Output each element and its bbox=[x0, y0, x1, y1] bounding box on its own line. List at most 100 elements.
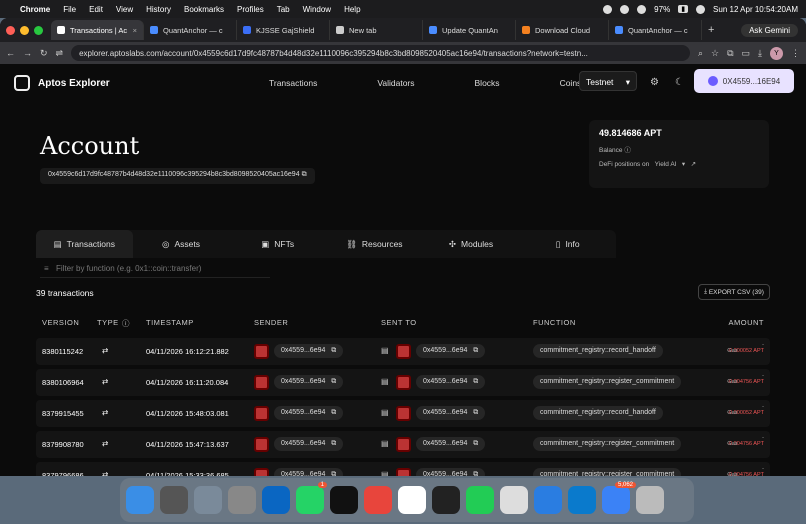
linkedin-app-icon[interactable] bbox=[262, 486, 290, 514]
star-icon[interactable]: ☆ bbox=[711, 48, 719, 59]
gear-icon[interactable]: ⚙ bbox=[650, 77, 659, 88]
minimize-window-button[interactable] bbox=[20, 25, 29, 35]
sidebar-icon[interactable]: ▭ bbox=[742, 48, 751, 59]
tab-resources[interactable]: ⛓ Resources bbox=[326, 230, 423, 258]
sent-to-address[interactable]: 0x4559...6e94 ⧉ bbox=[416, 375, 486, 389]
chrome-app-icon[interactable] bbox=[364, 486, 392, 514]
menu-help[interactable]: Help bbox=[344, 5, 360, 14]
launchpad-app-icon[interactable] bbox=[160, 486, 188, 514]
sender-address[interactable]: 0x4559...6e94 ⧉ bbox=[274, 406, 344, 420]
sender-address[interactable]: 0x4559...6e94 ⧉ bbox=[274, 468, 344, 476]
browser-tab[interactable]: New tab bbox=[330, 20, 423, 40]
mail-app-icon[interactable]: 5,062 bbox=[602, 482, 636, 514]
close-window-button[interactable] bbox=[6, 25, 15, 35]
browser-tab[interactable]: QuantAnchor — c bbox=[609, 20, 702, 40]
site-info-icon[interactable]: ⇌ bbox=[56, 48, 64, 59]
copy-icon[interactable]: ⧉ bbox=[331, 440, 336, 447]
battery-icon[interactable]: ▮ bbox=[678, 5, 689, 13]
tab-info[interactable]: ▯ Info bbox=[519, 230, 616, 258]
copy-icon[interactable]: ⧉ bbox=[473, 409, 478, 416]
version-link[interactable]: 8380115242 bbox=[42, 347, 83, 356]
github-app-icon[interactable] bbox=[330, 486, 358, 514]
copy-icon[interactable]: ⧉ bbox=[331, 471, 336, 476]
function-badge[interactable]: commitment_registry::register_commitment bbox=[533, 437, 682, 451]
status-icon[interactable] bbox=[603, 4, 613, 14]
function-badge[interactable]: commitment_registry::register_commitment bbox=[533, 468, 682, 476]
defi-select[interactable]: Yield AI bbox=[655, 161, 677, 168]
copy-icon[interactable]: ⧉ bbox=[473, 471, 478, 476]
info-icon[interactable]: ⓘ bbox=[122, 318, 130, 329]
table-row[interactable]: 8380106964 ⇄ 04/11/2026 16:11:20.084 0x4559… bbox=[36, 369, 770, 396]
whatsapp-app-icon[interactable]: 1 bbox=[296, 482, 327, 514]
tab-transactions[interactable]: ▤ Transactions bbox=[36, 230, 133, 258]
copy-icon[interactable]: ⧉ bbox=[473, 440, 478, 447]
moon-icon[interactable]: ☾ bbox=[675, 77, 684, 88]
close-tab-icon[interactable]: × bbox=[133, 26, 137, 35]
function-badge[interactable]: commitment_registry::record_handoff bbox=[533, 344, 663, 358]
network-select[interactable]: Testnet ▾ bbox=[579, 71, 637, 91]
info-icon[interactable]: ⓘ bbox=[624, 147, 631, 154]
back-icon[interactable]: ← bbox=[6, 48, 15, 58]
settings-app-icon[interactable] bbox=[228, 486, 256, 514]
copy-icon[interactable]: ⧉ bbox=[331, 409, 336, 416]
menu-tab[interactable]: Tab bbox=[277, 5, 290, 14]
wallet-button[interactable]: 0X4559...16E94 bbox=[694, 69, 794, 93]
menu-bookmarks[interactable]: Bookmarks bbox=[184, 5, 224, 14]
browser-tab[interactable]: KJSSE GajShield bbox=[237, 20, 330, 40]
menu-view[interactable]: View bbox=[116, 5, 133, 14]
sender-address[interactable]: 0x4559...6e94 ⧉ bbox=[274, 375, 344, 389]
sent-to-address[interactable]: 0x4559...6e94 ⧉ bbox=[416, 344, 486, 358]
download-icon[interactable]: ⤓ bbox=[758, 48, 762, 59]
menu-edit[interactable]: Edit bbox=[89, 5, 103, 14]
leaf-app-icon[interactable] bbox=[466, 486, 494, 514]
finder-app-icon[interactable] bbox=[126, 486, 154, 514]
sent-to-address[interactable]: 0x4559...6e94 ⧉ bbox=[416, 468, 486, 476]
wifi-icon[interactable] bbox=[637, 4, 647, 14]
profile-avatar[interactable]: Y bbox=[770, 46, 783, 60]
sent-to-address[interactable]: 0x4559...6e94 ⧉ bbox=[416, 437, 486, 451]
site-logo[interactable]: Aptos Explorer bbox=[14, 75, 110, 91]
nav-blocks[interactable]: Blocks bbox=[475, 78, 500, 88]
clock[interactable]: Sun 12 Apr 10:54:20AM bbox=[713, 5, 798, 14]
browser-tab[interactable]: QuantAnchor — c bbox=[144, 20, 237, 40]
sender-address[interactable]: 0x4559...6e94 ⧉ bbox=[274, 437, 344, 451]
sent-to-address[interactable]: 0x4559...6e94 ⧉ bbox=[416, 406, 486, 420]
function-badge[interactable]: commitment_registry::record_handoff bbox=[533, 406, 663, 420]
status-icon[interactable] bbox=[620, 4, 630, 14]
version-link[interactable]: 8379915455 bbox=[42, 409, 84, 418]
terminal-app-icon[interactable] bbox=[432, 486, 460, 514]
table-row[interactable]: 8380115242 ⇄ 04/11/2026 16:12:21.882 0x4559… bbox=[36, 338, 770, 365]
new-tab-button[interactable]: + bbox=[708, 24, 714, 36]
export-csv-button[interactable]: ⤓ EXPORT CSV (39) bbox=[698, 284, 770, 300]
sender-address[interactable]: 0x4559...6e94 ⧉ bbox=[274, 344, 344, 358]
ask-gemini-button[interactable]: Ask Gemini bbox=[741, 23, 798, 37]
version-link[interactable]: 8379796686 bbox=[42, 471, 84, 476]
browser-tab[interactable]: Download Cloud bbox=[516, 20, 609, 40]
blank-app-icon[interactable] bbox=[398, 486, 426, 514]
copy-icon[interactable]: ⧉ bbox=[302, 171, 307, 178]
tab-assets[interactable]: ◎ Assets bbox=[133, 230, 230, 258]
copy-icon[interactable]: ⧉ bbox=[473, 347, 478, 354]
copy-icon[interactable]: ⧉ bbox=[331, 378, 336, 385]
copy-icon[interactable]: ⧉ bbox=[473, 378, 478, 385]
trash-app-icon[interactable] bbox=[636, 486, 664, 514]
forward-icon[interactable]: → bbox=[23, 48, 32, 58]
menu-chrome[interactable]: Chrome bbox=[20, 5, 50, 14]
nav-transactions[interactable]: Transactions bbox=[269, 78, 317, 88]
version-link[interactable]: 8379908780 bbox=[42, 440, 84, 449]
cube-app-icon[interactable] bbox=[500, 486, 528, 514]
menu-file[interactable]: File bbox=[63, 5, 76, 14]
function-filter-input[interactable]: ≡ Filter by function (e.g. 0x1::coin::tra… bbox=[40, 262, 270, 278]
address-bar[interactable]: explorer.aptoslabs.com/account/0x4559c6d… bbox=[71, 45, 690, 61]
zoom-window-button[interactable] bbox=[34, 25, 43, 35]
browser-tab[interactable]: Transactions | Ac × bbox=[51, 20, 144, 40]
cloud-app-icon[interactable] bbox=[534, 486, 562, 514]
table-row[interactable]: 8379915455 ⇄ 04/11/2026 15:48:03.081 0x4559… bbox=[36, 400, 770, 427]
vscode-app-icon[interactable] bbox=[568, 486, 596, 514]
function-badge[interactable]: commitment_registry::register_commitment bbox=[533, 375, 682, 389]
external-link-icon[interactable]: ↗ bbox=[691, 161, 696, 168]
control-center-icon[interactable] bbox=[696, 4, 706, 14]
menu-window[interactable]: Window bbox=[303, 5, 331, 14]
tab-modules[interactable]: ✣ Modules bbox=[423, 230, 520, 258]
search-icon[interactable]: ⌕ bbox=[698, 48, 703, 59]
